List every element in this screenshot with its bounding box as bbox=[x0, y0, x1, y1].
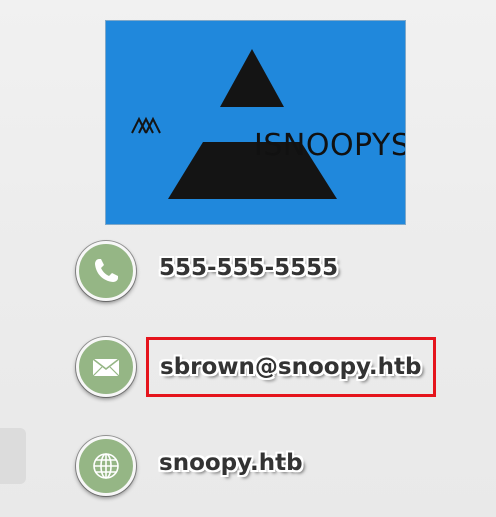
website-url[interactable]: snoopy.htb bbox=[159, 448, 303, 478]
website-icon-circle bbox=[76, 436, 136, 496]
email-icon-circle bbox=[76, 337, 136, 397]
email-highlight-box: sbrown@snoopy.htb bbox=[146, 337, 436, 397]
email-address[interactable]: sbrown@snoopy.htb bbox=[160, 352, 422, 382]
phone-icon bbox=[95, 259, 118, 282]
side-panel-tab[interactable] bbox=[0, 428, 26, 484]
website-row: snoopy.htb bbox=[76, 436, 476, 496]
phone-number[interactable]: 555-555-5555 bbox=[159, 253, 338, 283]
pyramid-graphic bbox=[131, 49, 337, 199]
logo-mark-icon bbox=[131, 116, 161, 134]
globe-icon bbox=[93, 453, 119, 479]
company-logo: ISNOOPYSEC bbox=[106, 21, 405, 224]
phone-icon-circle bbox=[76, 241, 136, 301]
email-row: sbrown@snoopy.htb bbox=[76, 337, 476, 397]
logo-wordmark: ISNOOPYSEC bbox=[254, 128, 405, 163]
envelope-icon bbox=[92, 358, 120, 377]
phone-row: 555-555-5555 bbox=[76, 241, 476, 301]
